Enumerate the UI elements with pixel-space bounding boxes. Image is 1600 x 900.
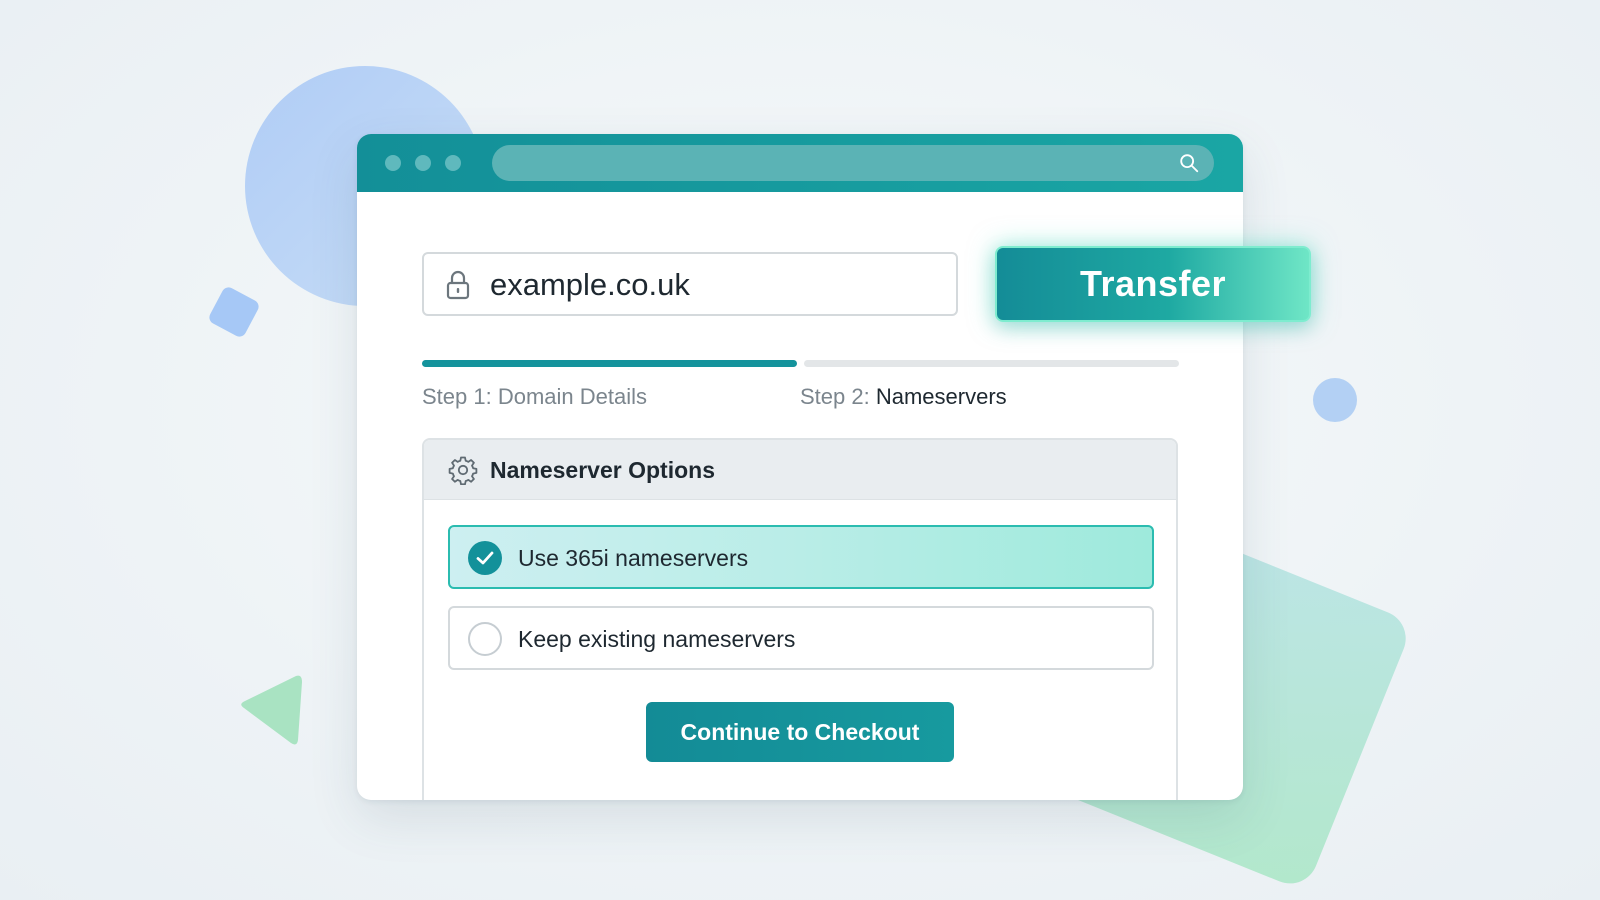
panel-header: Nameserver Options (424, 440, 1176, 500)
step-2-label: Step 2: Nameservers (800, 384, 1007, 410)
option-keep-existing-nameservers[interactable]: Keep existing nameservers (448, 606, 1154, 670)
step-1-prefix: Step 1: (422, 384, 498, 409)
transfer-button[interactable]: Transfer (995, 246, 1311, 322)
radio-checked-icon[interactable] (468, 541, 502, 575)
step-1-name: Domain Details (497, 384, 648, 409)
decorative-diamond (206, 284, 262, 340)
step-2-prefix: Step 2: (800, 384, 876, 409)
gear-icon (448, 456, 478, 485)
domain-input[interactable]: example.co.uk (422, 252, 958, 316)
radio-unchecked-icon[interactable] (468, 622, 502, 656)
decorative-small-circle (1313, 378, 1357, 422)
window-dot-icon (445, 155, 461, 171)
step-1-progress-bar (422, 360, 797, 367)
browser-window: example.co.uk Step 1: Domain Details Ste… (357, 134, 1243, 800)
address-bar[interactable] (492, 145, 1214, 181)
window-dot-icon (415, 155, 431, 171)
window-dot-icon (385, 155, 401, 171)
domain-value: example.co.uk (490, 267, 690, 302)
option-label: Keep existing nameservers (518, 626, 796, 652)
step-2-progress-bar (804, 360, 1179, 367)
option-use-365i-nameservers[interactable]: Use 365i nameservers (448, 525, 1154, 589)
nameserver-options-panel: Nameserver Options Use 365i nameservers … (422, 438, 1178, 800)
search-icon[interactable] (1178, 152, 1200, 174)
option-label: Use 365i nameservers (518, 545, 749, 571)
step-2-name: Nameservers (875, 384, 1007, 409)
panel-title: Nameserver Options (490, 457, 715, 483)
lock-icon (446, 270, 470, 300)
browser-titlebar (357, 134, 1243, 192)
step-1-label: Step 1: Domain Details (422, 384, 647, 410)
continue-to-checkout-button[interactable]: Continue to Checkout (646, 702, 954, 762)
